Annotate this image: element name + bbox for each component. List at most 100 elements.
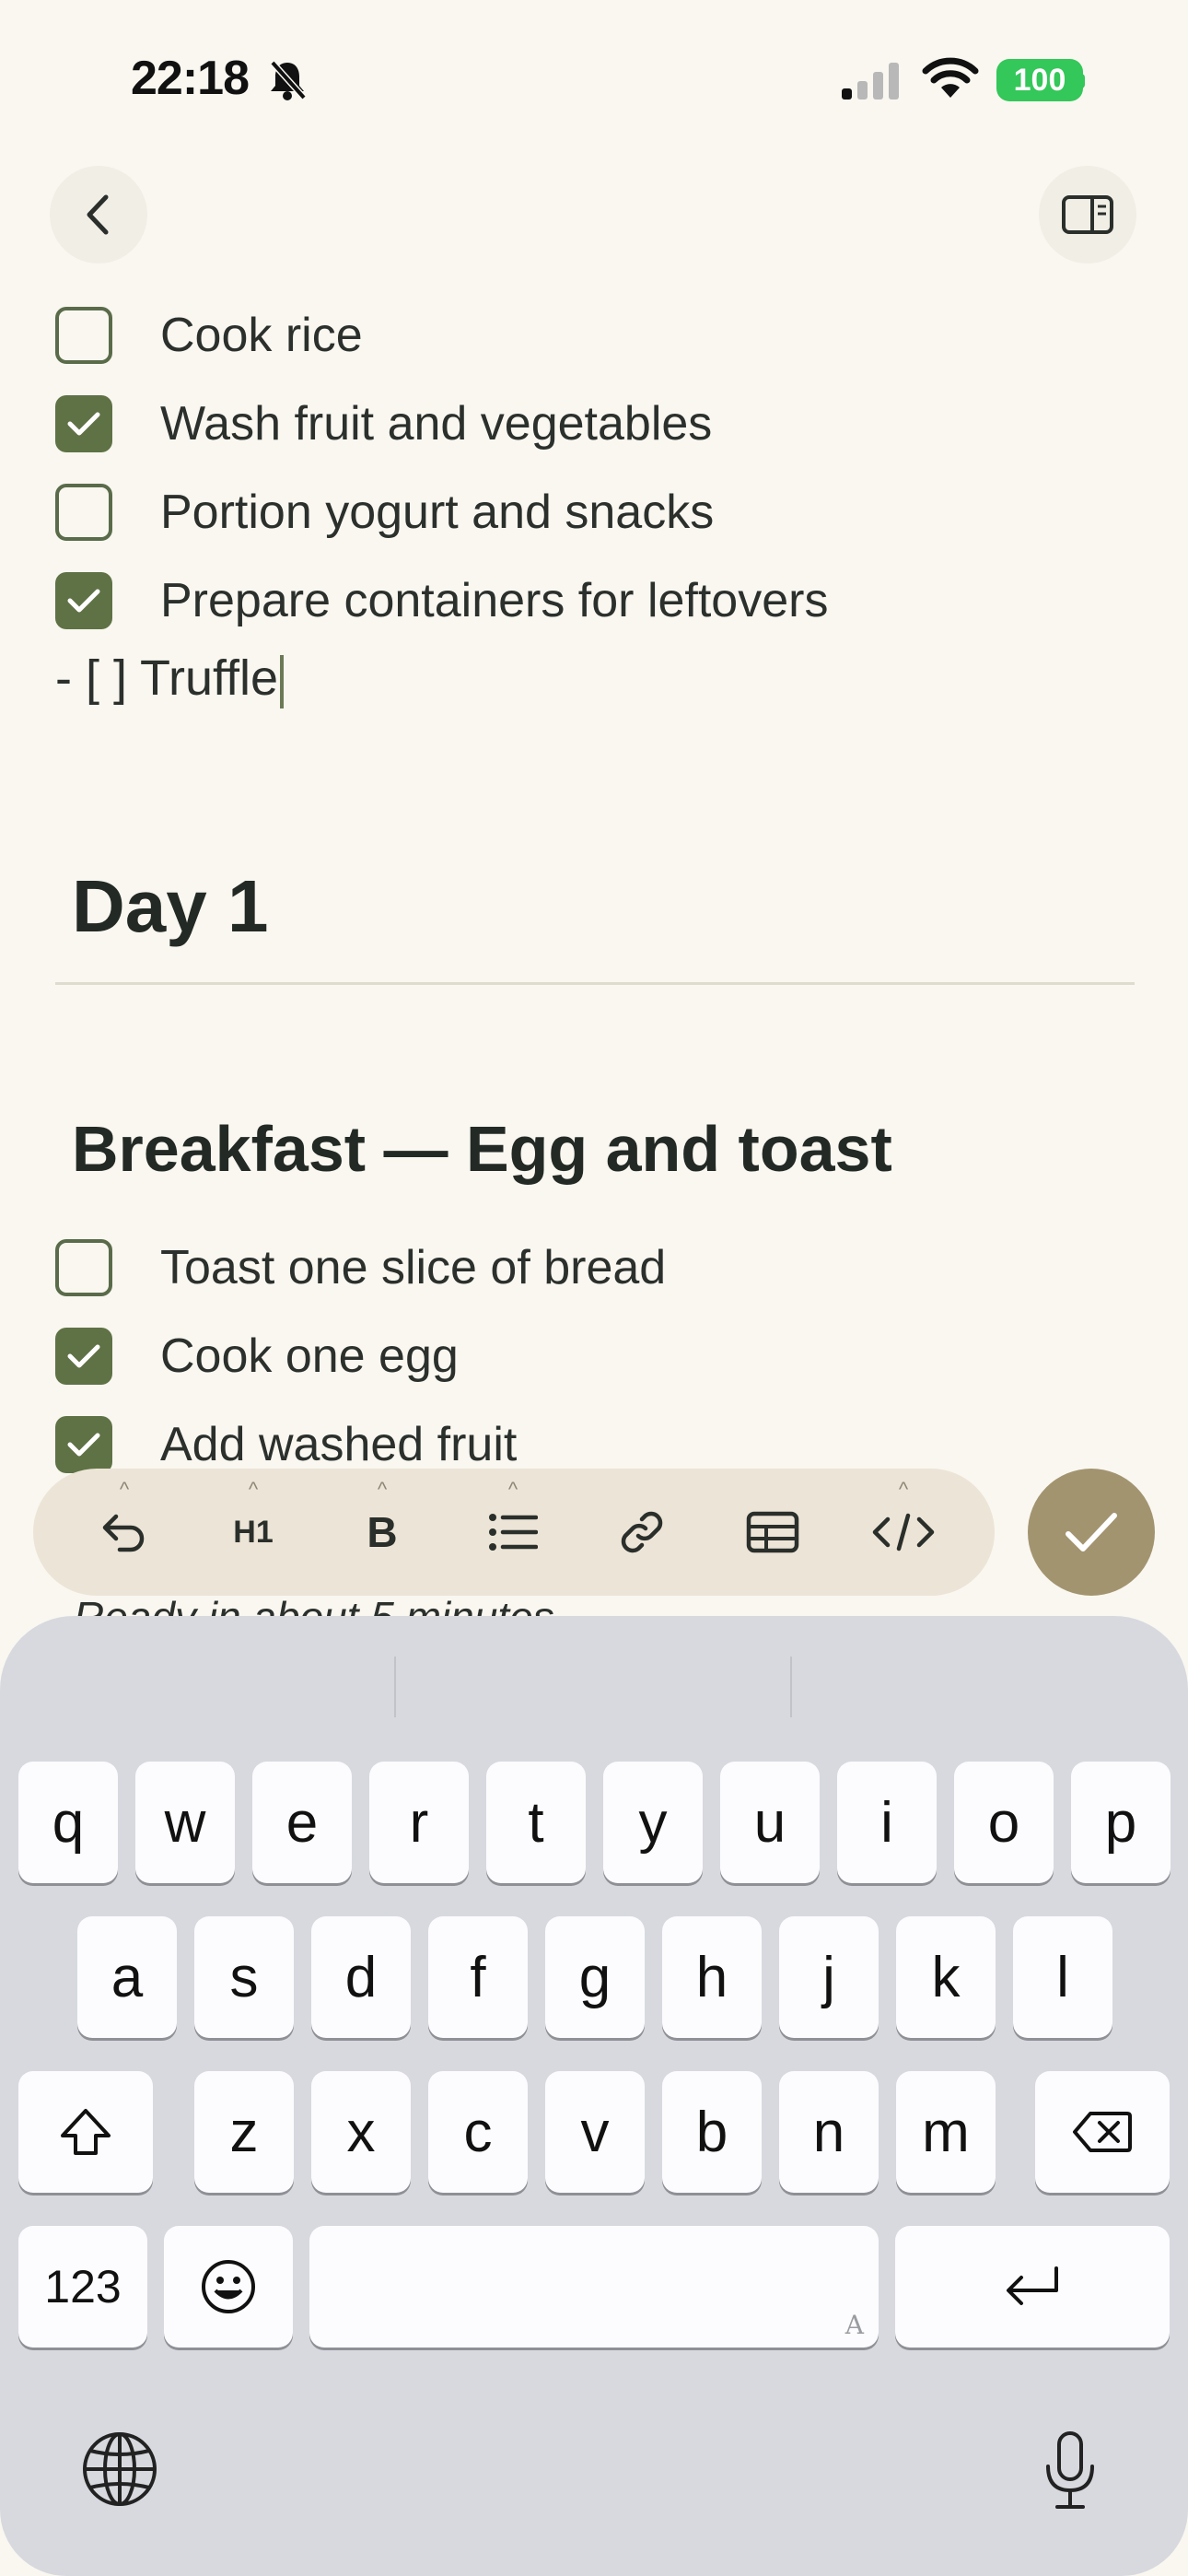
checkbox-checked[interactable] (55, 395, 112, 452)
shift-key[interactable] (18, 2071, 153, 2193)
return-icon (1007, 2266, 1058, 2305)
key-p[interactable]: p (1071, 1762, 1171, 1883)
battery-nub (1079, 74, 1085, 88)
key-b[interactable]: b (662, 2071, 762, 2193)
numbers-key[interactable]: 123 (18, 2226, 147, 2348)
heading-icon: H1 (233, 1514, 274, 1550)
cellular-signal-icon (842, 63, 899, 100)
status-time: 22:18 (131, 52, 250, 105)
key-x[interactable]: x (311, 2071, 411, 2193)
delete-key[interactable] (1035, 2071, 1170, 2193)
task-item[interactable]: Wash fruit and vegetables (55, 380, 712, 468)
key-g[interactable]: g (545, 1916, 645, 2038)
divider (55, 982, 1135, 985)
key-k[interactable]: k (896, 1916, 996, 2038)
task-label: Prepare containers for leftovers (160, 574, 829, 627)
battery-indicator: 100 (996, 59, 1083, 101)
key-v[interactable]: v (545, 2071, 645, 2193)
globe-button[interactable] (74, 2423, 166, 2515)
key-i[interactable]: i (837, 1762, 937, 1883)
heading-meal: Breakfast — Egg and toast (72, 1113, 892, 1185)
key-w[interactable]: w (135, 1762, 235, 1883)
editing-line-text: - [ ] Truffle (55, 650, 279, 706)
space-key[interactable]: A (309, 2226, 879, 2348)
key-e[interactable]: e (252, 1762, 352, 1883)
checkmark-icon (67, 1344, 100, 1368)
task-item[interactable]: Cook rice (55, 291, 363, 380)
key-c[interactable]: c (428, 2071, 528, 2193)
task-item[interactable]: Prepare containers for leftovers (55, 556, 828, 645)
heading-button[interactable]: ^ H1 (203, 1469, 304, 1596)
bulleted-list-icon (489, 1514, 538, 1551)
suggestion-separator (790, 1657, 792, 1717)
bold-icon: B (367, 1508, 398, 1556)
chevron-up-icon: ^ (119, 1478, 130, 1501)
dictation-button[interactable] (1024, 2419, 1116, 2521)
key-f[interactable]: f (428, 1916, 528, 2038)
link-button[interactable] (591, 1469, 693, 1596)
task-item[interactable]: Cook one egg (55, 1312, 459, 1400)
checkbox-unchecked[interactable] (55, 1239, 112, 1296)
list-button[interactable]: ^ (462, 1469, 564, 1596)
return-key[interactable] (895, 2226, 1170, 2348)
chevron-up-icon: ^ (377, 1478, 388, 1501)
table-icon (746, 1511, 799, 1553)
key-h[interactable]: h (662, 1916, 762, 2038)
key-q[interactable]: q (18, 1762, 118, 1883)
editing-line[interactable]: - [ ] Truffle (55, 650, 285, 708)
task-label: Toast one slice of bread (160, 1241, 667, 1294)
task-item[interactable]: Toast one slice of bread (55, 1224, 666, 1312)
checkmark-icon (67, 412, 100, 436)
key-s[interactable]: s (194, 1916, 294, 2038)
checkbox-checked[interactable] (55, 1328, 112, 1385)
key-m[interactable]: m (896, 2071, 996, 2193)
key-t[interactable]: t (486, 1762, 586, 1883)
checkbox-checked[interactable] (55, 1416, 112, 1473)
key-j[interactable]: j (779, 1916, 879, 2038)
table-button[interactable] (722, 1469, 823, 1596)
key-a[interactable]: a (77, 1916, 177, 2038)
key-n[interactable]: n (779, 2071, 879, 2193)
chevron-left-icon (87, 194, 109, 235)
chevron-up-icon: ^ (507, 1478, 518, 1501)
key-o[interactable]: o (954, 1762, 1054, 1883)
space-hint: A (844, 2310, 864, 2340)
key-y[interactable]: y (603, 1762, 703, 1883)
checkbox-checked[interactable] (55, 572, 112, 629)
checkbox-unchecked[interactable] (55, 484, 112, 541)
key-r[interactable]: r (369, 1762, 469, 1883)
checkbox-unchecked[interactable] (55, 307, 112, 364)
task-label: Portion yogurt and snacks (160, 486, 715, 539)
bold-button[interactable]: ^ B (332, 1469, 433, 1596)
key-d[interactable]: d (311, 1916, 411, 2038)
link-icon (621, 1511, 663, 1553)
checkmark-icon (1066, 1513, 1117, 1551)
undo-button[interactable]: ^ (74, 1469, 175, 1596)
keyboard-row-3: z x c v b n m (0, 2071, 1188, 2193)
globe-icon (83, 2432, 157, 2506)
wifi-icon (922, 57, 979, 98)
key-l[interactable]: l (1013, 1916, 1112, 2038)
task-item[interactable]: Portion yogurt and snacks (55, 468, 714, 556)
task-label: Wash fruit and vegetables (160, 397, 713, 451)
emoji-key[interactable] (164, 2226, 293, 2348)
keyboard-row-1: q w e r t y u i o p (0, 1762, 1188, 1883)
checkmark-icon (67, 1433, 100, 1457)
heading-day: Day 1 (72, 865, 269, 947)
key-u[interactable]: u (720, 1762, 820, 1883)
back-button[interactable] (50, 166, 147, 263)
code-button[interactable]: ^ (853, 1469, 954, 1596)
chevron-up-icon: ^ (898, 1478, 909, 1501)
key-z[interactable]: z (194, 2071, 294, 2193)
done-button[interactable] (1028, 1469, 1155, 1596)
microphone-icon (1046, 2431, 1094, 2509)
sidebar-toggle-button[interactable] (1039, 166, 1136, 263)
task-label: Cook rice (160, 309, 363, 362)
emoji-icon (202, 2260, 255, 2313)
task-label: Cook one egg (160, 1329, 459, 1383)
undo-icon (102, 1514, 145, 1552)
shift-icon (61, 2109, 111, 2155)
delete-backspace-icon (1073, 2112, 1132, 2152)
text-caret (280, 654, 285, 708)
keyboard-row-4: 123 A (0, 2226, 1188, 2348)
